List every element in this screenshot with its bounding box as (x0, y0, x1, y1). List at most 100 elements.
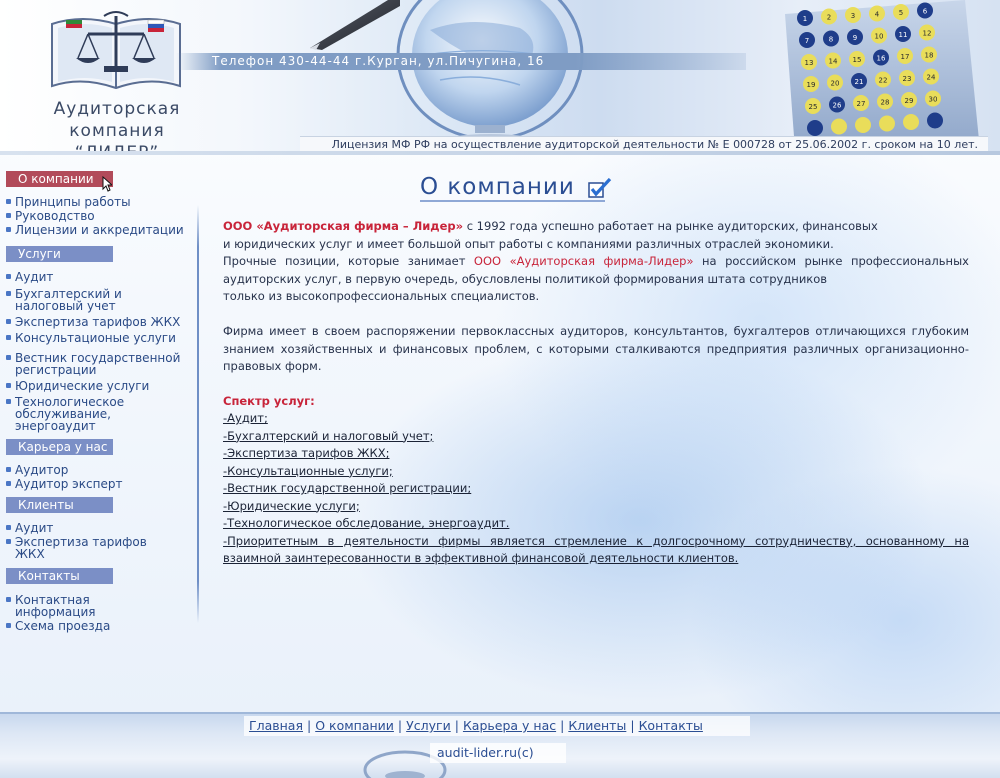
logo-scales-book-icon (51, 11, 181, 90)
bullet-icon (6, 481, 11, 486)
sidebar-divider (197, 205, 199, 623)
sidebar-section-services[interactable]: Услуги (6, 246, 113, 262)
service-item[interactable]: -Бухгалтерский и налоговый учет; (223, 428, 969, 446)
sidebar-item-consulting[interactable]: Консультационые услуги (6, 332, 191, 344)
calendar-dot (879, 115, 895, 132)
header-divider (0, 151, 1000, 155)
calendar-day-label: 24 (927, 74, 936, 82)
service-item[interactable]: -Юридические услуги; (223, 498, 969, 516)
license-text: Лицензия МФ РФ на осуществление аудиторс… (331, 138, 978, 151)
page-title: О компании (420, 174, 605, 202)
company-name: Аудиторская компания “ЛИДЕР” (6, 98, 228, 155)
sidebar-item-accounting[interactable]: Бухгалтерский и налоговый учет (6, 288, 146, 312)
calendar-day-label: 14 (829, 58, 838, 66)
sidebar-item-registration[interactable]: Вестник государственной регистрации (6, 352, 192, 376)
service-item[interactable]: -Экспертиза тарифов ЖКХ; (223, 445, 969, 463)
positions-paragraph: Прочные позиции, которые занимает ООО «А… (223, 254, 969, 303)
bullet-icon (6, 623, 11, 628)
calendar-day-label: 27 (857, 100, 866, 108)
service-item[interactable]: -Консультационные услуги; (223, 463, 969, 481)
calendar-dot (903, 114, 919, 130)
calendar-day-label: 15 (853, 56, 862, 64)
calendar-day-label: 6 (923, 8, 928, 16)
calendar-dot (831, 118, 847, 135)
footer-link-about[interactable]: О компании (315, 718, 394, 733)
calendar-day-label: 21 (855, 78, 864, 86)
footer-link-contacts[interactable]: Контакты (639, 718, 703, 733)
bullet-icon (6, 291, 11, 296)
calendar-day-label: 5 (899, 9, 903, 17)
sidebar-item-tech-service[interactable]: Технологическое обслуживание, энергоауди… (6, 396, 136, 432)
bullet-icon (6, 319, 11, 324)
sidebar-item-auditor[interactable]: Аудитор (6, 464, 191, 476)
sidebar-item-management[interactable]: Руководство (6, 210, 191, 222)
footer-link-clients[interactable]: Клиенты (568, 718, 626, 733)
bullet-icon (6, 597, 11, 602)
sidebar-section-career[interactable]: Карьера у нас (6, 439, 113, 455)
service-item[interactable]: -Вестник государственной регистрации; (223, 480, 969, 498)
intro-paragraph: ООО «Аудиторская фирма – Лидер» с 1992 г… (223, 219, 878, 251)
calendar-day-label: 11 (899, 31, 908, 39)
calendar-day-label: 28 (881, 99, 890, 107)
calendar-day-label: 7 (805, 37, 809, 45)
sidebar-item-auditor-expert[interactable]: Аудитор эксперт (6, 478, 191, 490)
calendar-day-label: 3 (851, 12, 855, 20)
footer-copyright: audit-lider.ru(c) (430, 743, 566, 763)
calendar-day-label: 13 (805, 59, 814, 67)
sidebar-item-contact-info[interactable]: Контактная информация (6, 594, 116, 618)
calendar-day-label: 17 (901, 53, 910, 61)
sidebar-item-clients-audit[interactable]: Аудит (6, 522, 191, 534)
sidebar-item-clients-tariffs[interactable]: Экспертиза тарифов ЖКХ (6, 536, 156, 560)
sidebar-section-about[interactable]: О компании (6, 171, 113, 187)
calendar-day-label: 26 (833, 102, 842, 110)
calendar-dot (855, 117, 871, 133)
footer-nav: Главная | О компании | Услуги | Карьера у нас |… (244, 716, 750, 736)
calendar-day-label: 16 (877, 55, 886, 63)
footer-link-home[interactable]: Главная (249, 718, 303, 733)
page: 1 2 3 4 5 6 7 8 9 10 11 12 13 14 15 16 17 18 19 20 21 22 23 24 2… (0, 0, 1000, 778)
bullet-icon (6, 355, 11, 360)
calendar-day-label: 30 (929, 96, 938, 104)
calendar-day-label: 8 (829, 36, 833, 44)
calendar-day-label: 1 (803, 15, 807, 23)
globe-illustration (396, 0, 584, 150)
sidebar-item-legal[interactable]: Юридические услуги (6, 380, 191, 392)
calendar-day-label: 23 (903, 75, 912, 83)
calendar-dot (927, 112, 943, 129)
calendar-dot (807, 120, 823, 136)
calendar-day-label: 25 (809, 103, 818, 111)
sidebar-item-tariffs[interactable]: Экспертиза тарифов ЖКХ (6, 316, 191, 328)
company-name-line1: Аудиторская компания (53, 99, 181, 141)
bullet-icon (6, 227, 11, 232)
service-item[interactable]: -Аудит; (223, 410, 969, 428)
calendar-day-label: 19 (807, 81, 816, 89)
bullet-icon (6, 539, 11, 544)
footer-link-services[interactable]: Услуги (406, 718, 451, 733)
sidebar-item-route-map[interactable]: Схема проезда (6, 620, 191, 632)
company-highlight: ООО «Аудиторская фирма – Лидер» (223, 219, 464, 233)
header: 1 2 3 4 5 6 7 8 9 10 11 12 13 14 15 16 17 18 19 20 21 22 23 24 2… (0, 0, 1000, 155)
sidebar-item-licenses[interactable]: Лицензии и аккредитации (6, 224, 191, 236)
staff-paragraph: Фирма имеет в своем распоряжении первокл… (223, 324, 969, 373)
calendar-day-label: 22 (879, 77, 888, 85)
sidebar-section-contacts[interactable]: Контакты (6, 568, 113, 584)
calendar-day-label: 2 (827, 14, 831, 22)
calendar-day-label: 4 (875, 11, 880, 19)
service-item[interactable]: -Приоритетным в деятельности фирмы являе… (223, 533, 969, 568)
mouse-cursor-icon (102, 176, 112, 192)
calendar-day-label: 10 (875, 33, 884, 41)
sidebar-item-principles[interactable]: Принципы работы (6, 196, 191, 208)
sidebar-item-audit[interactable]: Аудит (6, 271, 191, 283)
main-content: ООО «Аудиторская фирма – Лидер» с 1992 г… (223, 218, 969, 568)
service-item[interactable]: -Технологическое обследование, энергоауд… (223, 515, 969, 533)
calendar-day-label: 12 (923, 30, 932, 38)
bullet-icon (6, 467, 11, 472)
calendar-day-label: 18 (925, 52, 934, 60)
bullet-icon (6, 274, 11, 279)
bullet-icon (6, 335, 11, 340)
sidebar-section-clients[interactable]: Клиенты (6, 497, 113, 513)
license-bar: Лицензия МФ РФ на осуществление аудиторс… (300, 136, 988, 152)
calendar-day-label: 9 (853, 34, 857, 42)
footer-link-career[interactable]: Карьера у нас (463, 718, 556, 733)
services-title: Спектр услуг: (223, 393, 315, 408)
